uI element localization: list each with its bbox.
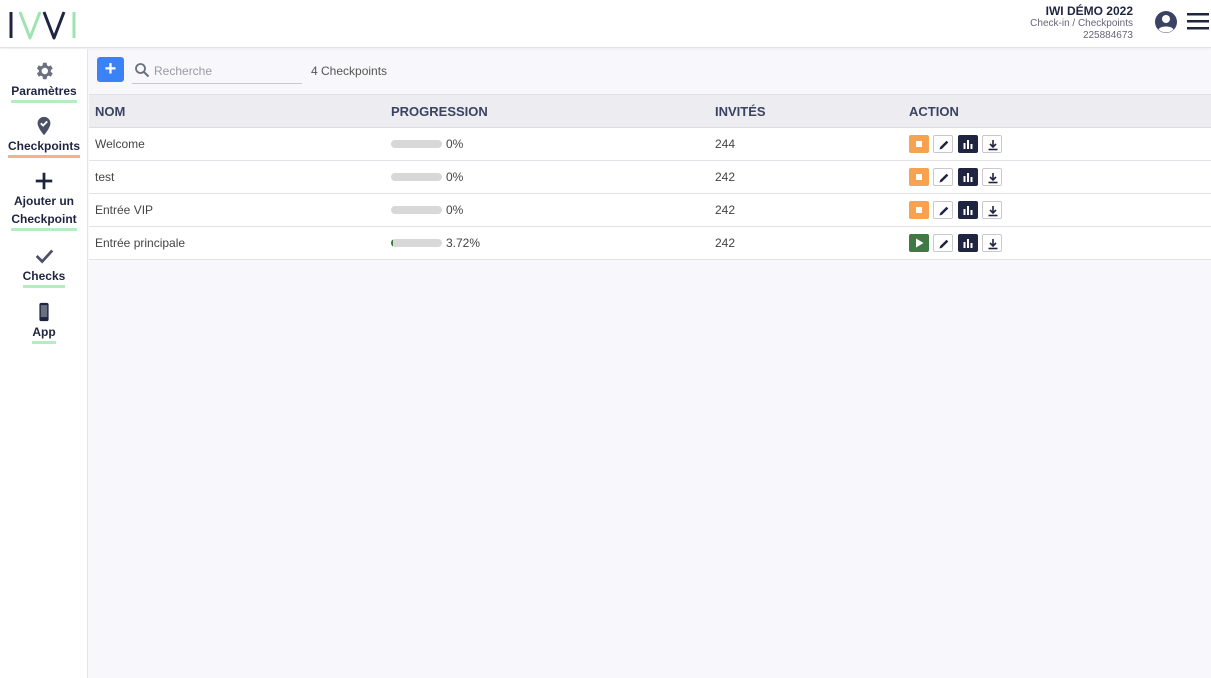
download-button[interactable] (982, 168, 1003, 186)
bar-chart-icon (963, 140, 973, 149)
search-icon (135, 63, 150, 78)
user-avatar-icon[interactable] (1154, 10, 1178, 34)
sidebar-label-parametres: Paramètres (11, 83, 77, 103)
table-row: Welcome 0% 244 (89, 128, 1211, 161)
checkpoint-name: Entrée principale (95, 236, 186, 250)
edit-button[interactable] (933, 234, 954, 252)
guest-count: 242 (715, 170, 736, 184)
checkpoint-name: test (95, 170, 115, 184)
gear-icon (36, 62, 53, 80)
stop-button[interactable] (909, 135, 929, 153)
download-icon (988, 140, 998, 151)
action-buttons (909, 201, 1003, 219)
sidebar-item-app[interactable]: App (0, 301, 88, 344)
hamburger-menu-icon[interactable] (1187, 11, 1209, 31)
stats-button[interactable] (957, 201, 978, 219)
checkpoint-name: Welcome (95, 137, 145, 151)
plus-icon (35, 172, 53, 190)
stop-button[interactable] (909, 168, 929, 186)
sidebar-label-ajouter-line1: Ajouter un (14, 194, 74, 208)
action-buttons (909, 234, 1003, 252)
progress-percent: 3.72% (446, 236, 481, 250)
progress-percent: 0% (446, 137, 464, 151)
edit-button[interactable] (933, 201, 954, 219)
edit-button[interactable] (933, 168, 954, 186)
progress-bar-fill (391, 239, 393, 247)
top-bar: IWI DÉMO 2022 Check-in / Checkpoints 225… (0, 0, 1211, 48)
sidebar-label-app: App (32, 324, 56, 344)
progress-bar (391, 206, 442, 214)
breadcrumb: Check-in / Checkpoints (1030, 18, 1133, 29)
checkpoint-count: 4 Checkpoints (311, 64, 388, 78)
table-row: Entrée VIP 0% 242 (89, 194, 1211, 227)
progress-bar (391, 239, 442, 247)
iwi-logo[interactable] (8, 10, 78, 40)
sidebar-item-ajouter-checkpoint[interactable]: Ajouter un Checkpoint (0, 170, 88, 231)
download-button[interactable] (982, 201, 1003, 219)
progress-percent: 0% (446, 203, 464, 217)
bar-chart-icon (963, 173, 973, 182)
sidebar: Paramètres Checkpoints Ajouter un Checkp… (0, 49, 88, 678)
sidebar-item-checkpoints[interactable]: Checkpoints (0, 115, 88, 158)
play-button[interactable] (909, 234, 929, 252)
sidebar-label-checks: Checks (22, 268, 66, 288)
checkpoint-name: Entrée VIP (95, 203, 154, 217)
event-info: IWI DÉMO 2022 Check-in / Checkpoints 225… (1030, 4, 1133, 42)
pencil-icon (939, 239, 949, 249)
download-icon (988, 206, 998, 217)
progress-percent: 0% (446, 170, 464, 184)
pencil-icon (939, 140, 949, 150)
smartphone-icon (39, 302, 49, 322)
sidebar-item-parametres[interactable]: Paramètres (0, 60, 88, 103)
checkmark-icon (35, 249, 54, 264)
column-header-progression[interactable]: PROGRESSION (391, 104, 488, 119)
stop-icon (916, 174, 922, 180)
bar-chart-icon (963, 206, 973, 215)
progress-bar (391, 173, 442, 181)
download-button[interactable] (982, 234, 1003, 252)
sidebar-item-checks[interactable]: Checks (0, 245, 88, 288)
action-buttons (909, 168, 1003, 186)
play-icon (916, 238, 924, 248)
download-button[interactable] (982, 135, 1003, 153)
guest-count: 242 (715, 236, 736, 250)
guest-count: 242 (715, 203, 736, 217)
sidebar-label-checkpoints: Checkpoints (7, 138, 80, 158)
table-row: test 0% 242 (89, 161, 1211, 194)
download-icon (988, 239, 998, 250)
event-title: IWI DÉMO 2022 (1045, 4, 1133, 18)
edit-button[interactable] (933, 135, 954, 153)
bar-chart-icon (963, 239, 973, 248)
stats-button[interactable] (957, 168, 978, 186)
stop-icon (916, 207, 922, 213)
table-row: Entrée principale 3.72% 242 (89, 227, 1211, 260)
stats-button[interactable] (957, 135, 978, 153)
checkpoints-table: NOM PROGRESSION INVITÉS ACTION Welcome 0… (89, 94, 1211, 260)
table-header: NOM PROGRESSION INVITÉS ACTION (89, 94, 1211, 128)
sidebar-label-ajouter-line2: Checkpoint (11, 211, 77, 231)
search-box (132, 58, 302, 84)
action-buttons (909, 135, 1003, 153)
column-header-action: ACTION (909, 104, 959, 119)
location-check-icon (37, 116, 51, 136)
add-checkpoint-button[interactable]: + (97, 57, 124, 82)
stop-icon (916, 141, 922, 147)
event-id: 225884673 (1082, 30, 1133, 41)
progress-bar (391, 140, 442, 148)
pencil-icon (939, 206, 949, 216)
search-input[interactable] (154, 61, 299, 81)
pencil-icon (939, 173, 949, 183)
column-header-nom[interactable]: NOM (95, 104, 125, 119)
download-icon (988, 173, 998, 184)
stop-button[interactable] (909, 201, 929, 219)
stats-button[interactable] (957, 234, 978, 252)
column-header-invites[interactable]: INVITÉS (715, 104, 766, 119)
guest-count: 244 (715, 137, 736, 151)
